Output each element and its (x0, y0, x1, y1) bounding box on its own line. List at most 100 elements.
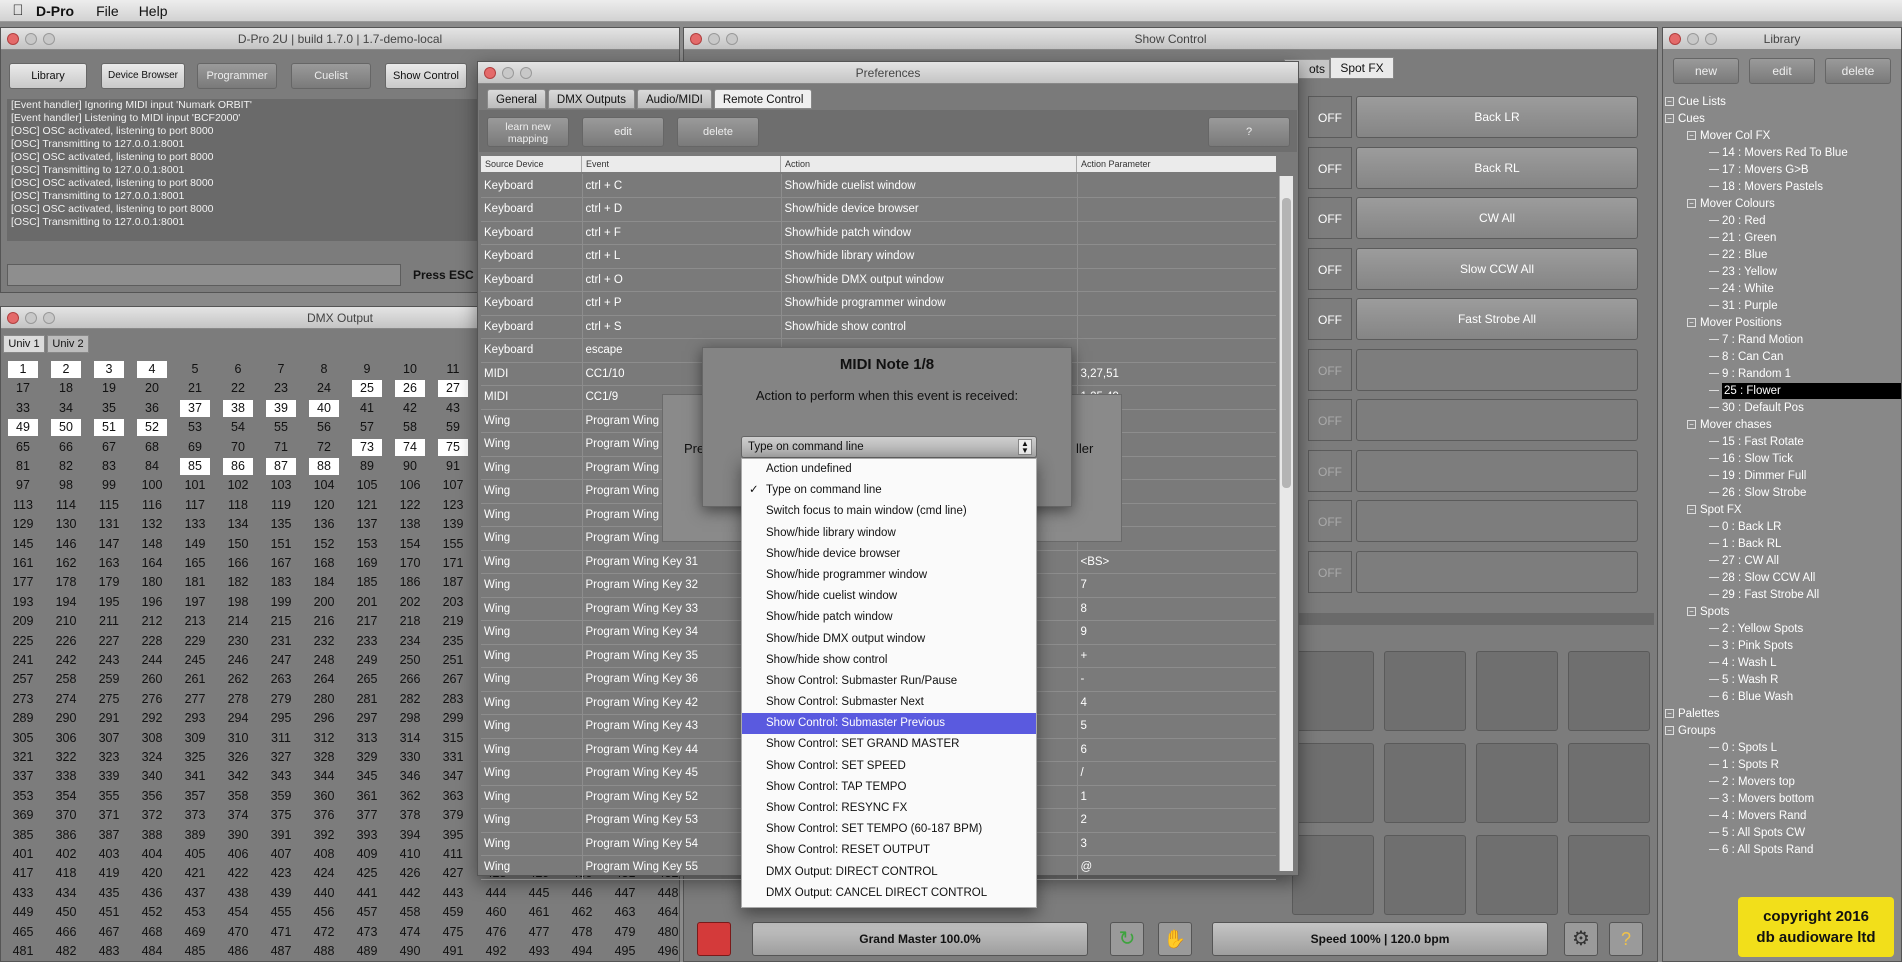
dmx-channel-cell[interactable]: 243 (89, 652, 129, 669)
dmx-channel-cell[interactable]: 436 (132, 885, 172, 902)
dmx-channel-cell[interactable]: 83 (89, 458, 129, 475)
dmx-channel-cell[interactable]: 454 (218, 904, 258, 921)
library-tree-item[interactable]: 17 : Movers G>B (1709, 162, 1901, 178)
dmx-channel-cell[interactable]: 137 (347, 516, 387, 533)
expand-icon[interactable]: − (1687, 199, 1696, 209)
dmx-channel-cell[interactable]: 442 (390, 885, 430, 902)
dmx-channel-cell[interactable]: 169 (347, 555, 387, 572)
dmx-channel-cell[interactable]: 209 (3, 613, 43, 630)
dmx-channel-cell[interactable]: 147 (89, 536, 129, 553)
dmx-channel-cell[interactable]: 291 (89, 710, 129, 727)
dmx-channel-cell[interactable]: 359 (261, 788, 301, 805)
dmx-channel-cell[interactable]: 310 (218, 730, 258, 747)
dropdown-option[interactable]: Action undefined (742, 459, 1036, 480)
dmx-channel-cell[interactable]: 345 (347, 768, 387, 785)
dmx-channel-cell[interactable]: 441 (347, 885, 387, 902)
dmx-channel-cell[interactable]: 408 (304, 846, 344, 863)
dmx-channel-cell[interactable]: 494 (562, 943, 602, 960)
scrollbar-thumb[interactable] (1282, 198, 1291, 488)
library-tree-item[interactable]: 6 : Blue Wash (1709, 689, 1901, 705)
library-tree-item[interactable]: 30 : Default Pos (1709, 400, 1901, 416)
dmx-channel-cell[interactable]: 466 (46, 924, 86, 941)
dmx-channel-cell[interactable]: 228 (132, 633, 172, 650)
dmx-channel-cell[interactable]: 241 (3, 652, 43, 669)
library-delete-button[interactable]: delete (1825, 58, 1891, 84)
dmx-channel-cell[interactable]: 161 (3, 555, 43, 572)
dmx-channel-cell[interactable]: 267 (433, 671, 473, 688)
dmx-channel-cell[interactable]: 331 (433, 749, 473, 766)
submaster-pad[interactable] (1384, 651, 1466, 731)
dmx-channel-cell[interactable]: 375 (261, 807, 301, 824)
library-tree-item[interactable]: 21 : Green (1709, 230, 1901, 246)
dmx-channel-cell[interactable]: 378 (390, 807, 430, 824)
dmx-channel-cell[interactable]: 203 (433, 594, 473, 611)
resync-icon[interactable]: ↻ (1110, 922, 1144, 956)
close-icon[interactable] (484, 67, 496, 79)
dmx-channel-cell[interactable]: 100 (132, 477, 172, 494)
dmx-channel-cell[interactable]: 444 (476, 885, 516, 902)
dmx-channel-cell[interactable]: 435 (89, 885, 129, 902)
dmx-channel-cell[interactable]: 403 (89, 846, 129, 863)
dmx-channel-cell[interactable]: 185 (347, 574, 387, 591)
dmx-channel-cell[interactable]: 411 (433, 846, 473, 863)
expand-icon[interactable]: − (1687, 131, 1696, 141)
dmx-channel-cell[interactable]: 472 (304, 924, 344, 941)
dmx-channel-cell[interactable]: 75 (438, 438, 468, 456)
preferences-help-button[interactable]: ? (1208, 117, 1290, 147)
dmx-channel-cell[interactable]: 475 (433, 924, 473, 941)
dmx-channel-cell[interactable]: 427 (433, 865, 473, 882)
dmx-channel-cell[interactable]: 419 (89, 865, 129, 882)
dmx-channel-cell[interactable]: 88 (309, 458, 339, 475)
dmx-channel-cell[interactable]: 129 (3, 516, 43, 533)
dmx-channel-cell[interactable]: 278 (218, 691, 258, 708)
library-tree-item[interactable]: 2 : Yellow Spots (1709, 621, 1901, 637)
dropdown-option[interactable]: ✓ Type on command line (742, 480, 1036, 501)
dmx-channel-cell[interactable]: 389 (175, 827, 215, 844)
expand-icon[interactable]: − (1687, 607, 1696, 617)
dmx-channel-cell[interactable]: 74 (395, 438, 425, 456)
submaster-pad[interactable] (1568, 651, 1650, 731)
dmx-channel-cell[interactable]: 68 (132, 439, 172, 456)
dmx-channel-cell[interactable]: 99 (89, 477, 129, 494)
dmx-channel-cell[interactable]: 491 (433, 943, 473, 960)
dmx-channel-cell[interactable]: 312 (304, 730, 344, 747)
dmx-channel-cell[interactable]: 135 (261, 516, 301, 533)
dmx-channel-cell[interactable]: 390 (218, 827, 258, 844)
library-tree-item[interactable]: 0 : Spots L (1709, 740, 1901, 756)
dmx-channel-cell[interactable]: 488 (304, 943, 344, 960)
column-action[interactable]: Action (781, 156, 1077, 172)
tab-remote-control[interactable]: Remote Control (713, 89, 813, 109)
submaster-pad[interactable] (1384, 743, 1466, 823)
dmx-channel-cell[interactable]: 57 (347, 419, 387, 436)
dmx-channel-cell[interactable]: 251 (433, 652, 473, 669)
dmx-channel-cell[interactable]: 36 (132, 400, 172, 417)
dmx-channel-cell[interactable]: 358 (218, 788, 258, 805)
library-tree-item[interactable]: − Mover chases (1687, 417, 1901, 433)
dmx-channel-cell[interactable]: 89 (347, 458, 387, 475)
dmx-channel-cell[interactable]: 298 (390, 710, 430, 727)
mapping-row[interactable]: Keyboard ctrl + O Show/hide DMX output win… (481, 268, 1276, 292)
dmx-channel-cell[interactable]: 376 (304, 807, 344, 824)
library-button[interactable]: Library (9, 63, 87, 89)
dmx-channel-cell[interactable]: 342 (218, 768, 258, 785)
submaster-pad[interactable] (1384, 835, 1466, 915)
dmx-channel-cell[interactable]: 235 (433, 633, 473, 650)
dmx-channel-cell[interactable]: 458 (390, 904, 430, 921)
dmx-channel-cell[interactable]: 434 (46, 885, 86, 902)
dmx-channel-cell[interactable]: 460 (476, 904, 516, 921)
dmx-channel-cell[interactable]: 477 (519, 924, 559, 941)
library-tree-item[interactable]: 5 : Wash R (1709, 672, 1901, 688)
dmx-channel-cell[interactable]: 462 (562, 904, 602, 921)
dmx-channel-cell[interactable]: 326 (218, 749, 258, 766)
zoom-icon[interactable] (1705, 33, 1717, 45)
learn-new-mapping-button[interactable]: learn new mapping (487, 117, 569, 147)
dmx-channel-cell[interactable]: 394 (390, 827, 430, 844)
dmx-channel-cell[interactable]: 337 (3, 768, 43, 785)
dmx-channel-cell[interactable]: 43 (433, 400, 473, 417)
dmx-channel-cell[interactable]: 53 (175, 419, 215, 436)
tab-dmx-outputs[interactable]: DMX Outputs (547, 89, 635, 109)
dmx-channel-cell[interactable]: 249 (347, 652, 387, 669)
dmx-channel-cell[interactable]: 281 (347, 691, 387, 708)
dmx-channel-cell[interactable]: 212 (132, 613, 172, 630)
dmx-channel-cell[interactable]: 377 (347, 807, 387, 824)
